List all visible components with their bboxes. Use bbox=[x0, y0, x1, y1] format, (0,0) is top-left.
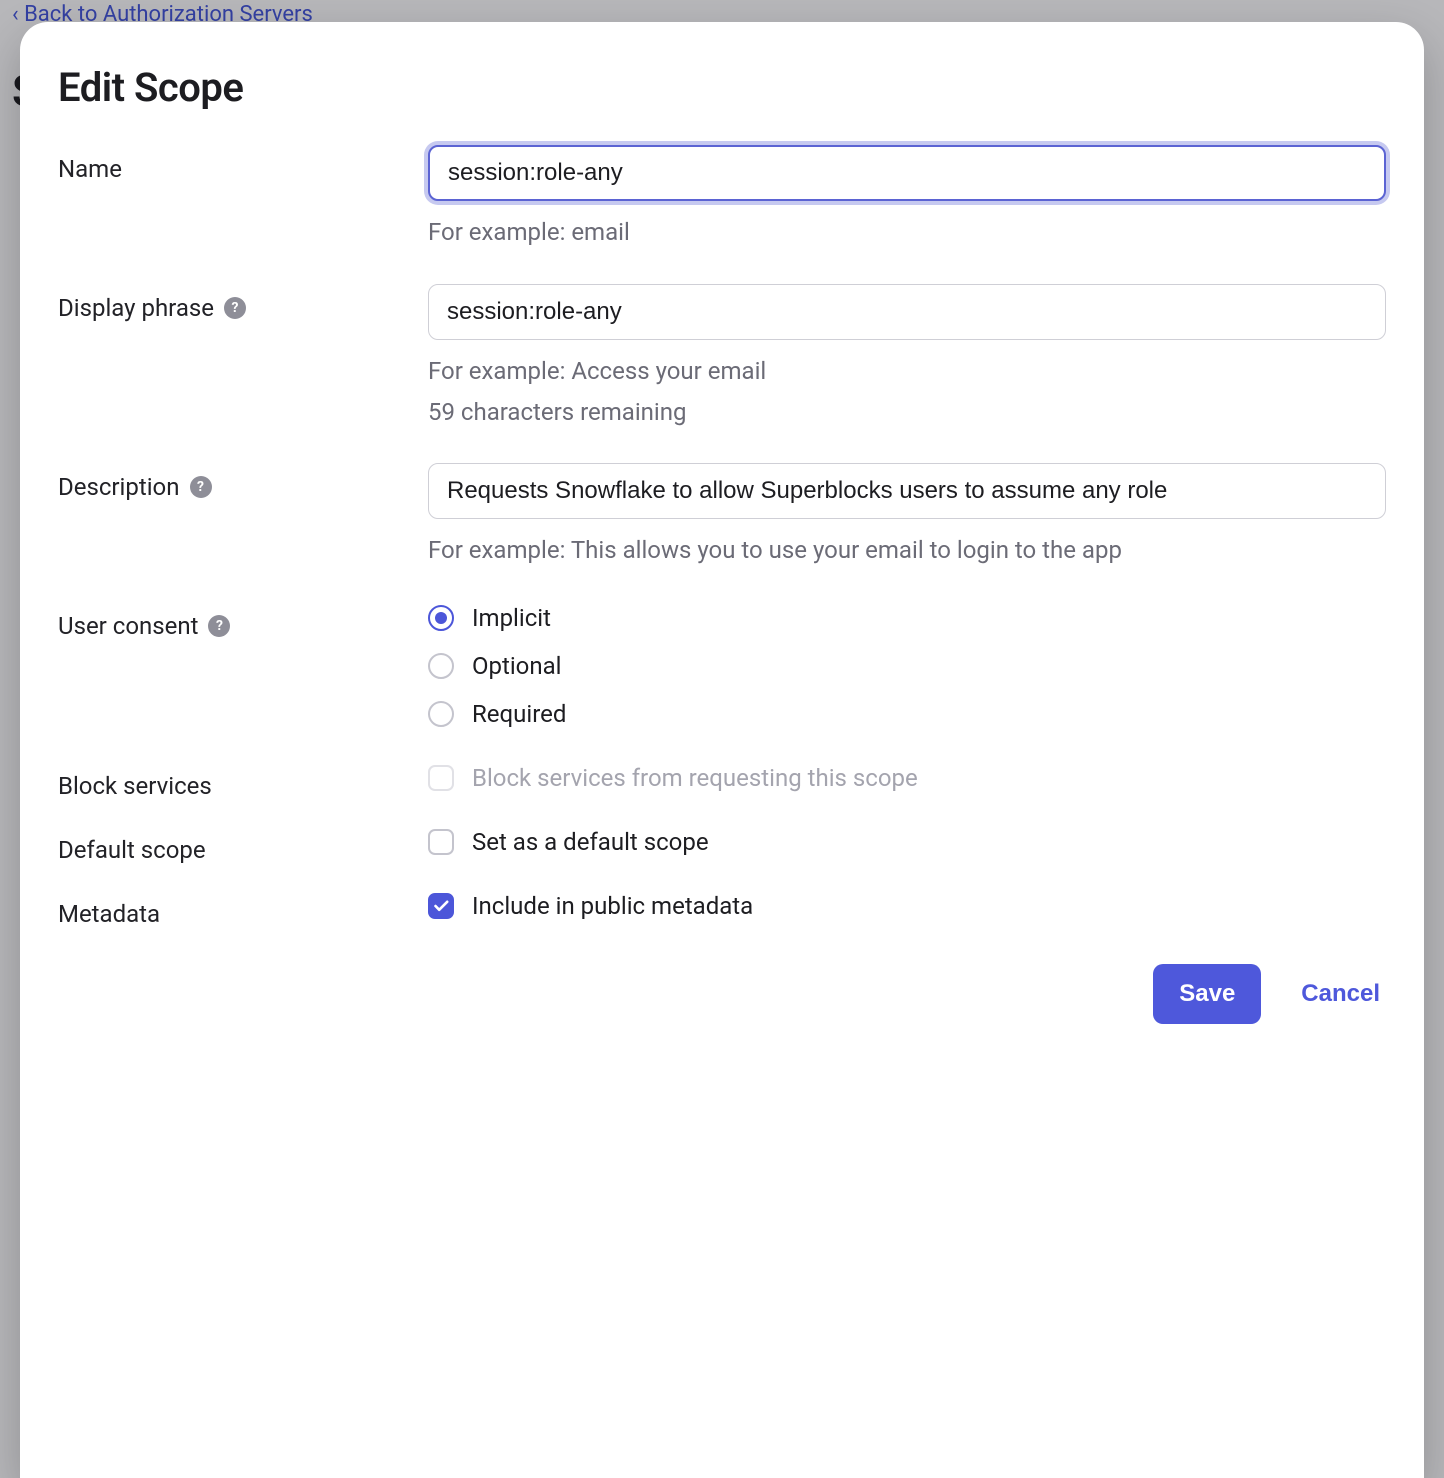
edit-scope-dialog: Edit Scope Name For example: email Displ… bbox=[20, 22, 1424, 1478]
radio-implicit-label: Implicit bbox=[472, 604, 551, 632]
description-hint: For example: This allows you to use your… bbox=[428, 533, 1386, 568]
user-consent-radio-group: Implicit Optional Required bbox=[428, 602, 1386, 728]
radio-required[interactable]: Required bbox=[428, 700, 1386, 728]
name-input[interactable] bbox=[428, 145, 1386, 201]
check-icon bbox=[434, 900, 449, 912]
display-phrase-input[interactable] bbox=[428, 284, 1386, 340]
radio-implicit[interactable]: Implicit bbox=[428, 604, 1386, 632]
help-icon[interactable]: ? bbox=[208, 615, 230, 637]
display-phrase-hint: For example: Access your email bbox=[428, 354, 1386, 389]
label-block-services: Block services bbox=[58, 762, 428, 800]
row-metadata: Metadata Include in public metadata bbox=[58, 890, 1386, 928]
label-metadata: Metadata bbox=[58, 890, 428, 928]
label-user-consent: User consent ? bbox=[58, 602, 428, 640]
label-block-services-text: Block services bbox=[58, 772, 212, 800]
row-name: Name For example: email bbox=[58, 145, 1386, 250]
label-display-phrase-text: Display phrase bbox=[58, 294, 214, 322]
label-name-text: Name bbox=[58, 155, 122, 183]
block-services-checkbox bbox=[428, 765, 454, 791]
row-user-consent: User consent ? Implicit Optional Require… bbox=[58, 602, 1386, 728]
label-name: Name bbox=[58, 145, 428, 183]
row-description: Description ? For example: This allows y… bbox=[58, 463, 1386, 568]
display-phrase-remaining: 59 characters remaining bbox=[428, 395, 1386, 430]
radio-icon bbox=[428, 653, 454, 679]
help-icon[interactable]: ? bbox=[190, 476, 212, 498]
block-services-checkbox-label: Block services from requesting this scop… bbox=[472, 764, 918, 792]
radio-icon bbox=[428, 605, 454, 631]
block-services-checkbox-row: Block services from requesting this scop… bbox=[428, 762, 1386, 792]
default-scope-checkbox-label: Set as a default scope bbox=[472, 828, 709, 856]
description-input[interactable] bbox=[428, 463, 1386, 519]
help-icon[interactable]: ? bbox=[224, 297, 246, 319]
label-default-scope: Default scope bbox=[58, 826, 428, 864]
label-display-phrase: Display phrase ? bbox=[58, 284, 428, 322]
name-hint: For example: email bbox=[428, 215, 1386, 250]
radio-required-label: Required bbox=[472, 700, 566, 728]
label-description-text: Description bbox=[58, 473, 180, 501]
label-default-scope-text: Default scope bbox=[58, 836, 206, 864]
metadata-checkbox-row[interactable]: Include in public metadata bbox=[428, 890, 1386, 920]
label-user-consent-text: User consent bbox=[58, 612, 198, 640]
radio-optional-label: Optional bbox=[472, 652, 562, 680]
metadata-checkbox-label: Include in public metadata bbox=[472, 892, 753, 920]
label-description: Description ? bbox=[58, 463, 428, 501]
metadata-checkbox[interactable] bbox=[428, 893, 454, 919]
label-metadata-text: Metadata bbox=[58, 900, 160, 928]
radio-optional[interactable]: Optional bbox=[428, 652, 1386, 680]
default-scope-checkbox[interactable] bbox=[428, 829, 454, 855]
dialog-footer: Save Cancel bbox=[58, 964, 1386, 1024]
dialog-title: Edit Scope bbox=[58, 64, 1386, 111]
default-scope-checkbox-row[interactable]: Set as a default scope bbox=[428, 826, 1386, 856]
save-button[interactable]: Save bbox=[1153, 964, 1261, 1024]
row-display-phrase: Display phrase ? For example: Access you… bbox=[58, 284, 1386, 430]
row-block-services: Block services Block services from reque… bbox=[58, 762, 1386, 800]
row-default-scope: Default scope Set as a default scope bbox=[58, 826, 1386, 864]
cancel-button[interactable]: Cancel bbox=[1295, 964, 1386, 1024]
radio-icon bbox=[428, 701, 454, 727]
